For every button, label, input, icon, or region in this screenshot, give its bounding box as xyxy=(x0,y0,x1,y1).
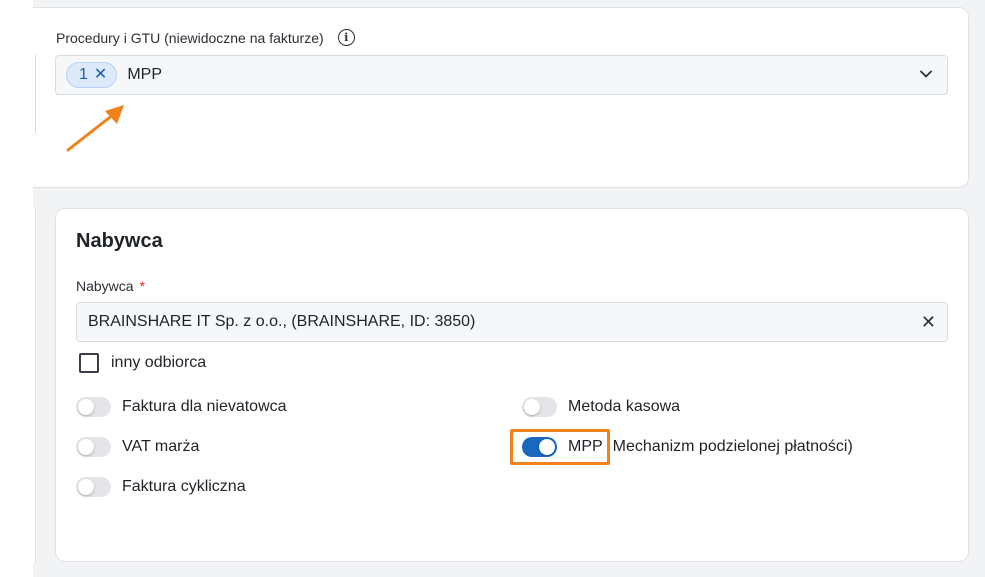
gtu-select[interactable]: 1 ✕ MPP xyxy=(55,55,948,95)
toggle-switch[interactable] xyxy=(522,397,557,417)
gtu-selected-value: MPP xyxy=(127,66,162,83)
buyer-value: BRAINSHARE IT Sp. z o.o., (BRAINSHARE, I… xyxy=(88,313,476,330)
clear-icon[interactable]: ✕ xyxy=(921,313,936,331)
toggle-label: Faktura cykliczna xyxy=(122,478,246,495)
toggle-row-vat-margin[interactable]: VAT marża xyxy=(76,437,199,457)
buyer-card xyxy=(55,208,969,562)
other-recipient-label: inny odbiorca xyxy=(111,354,207,371)
buyer-label: Nabywca * xyxy=(76,278,146,294)
annotation-arrow-icon xyxy=(66,105,124,152)
left-panel-edge xyxy=(33,55,36,133)
toggle-label-description: Mechanizm podzielonej płatności) xyxy=(612,438,853,455)
chip-remove-icon[interactable]: ✕ xyxy=(94,67,107,83)
toggle-row-recurring[interactable]: Faktura cykliczna xyxy=(76,477,246,497)
toggle-switch[interactable] xyxy=(76,477,111,497)
other-recipient-row[interactable]: inny odbiorca xyxy=(79,353,206,373)
section-title: Nabywca xyxy=(76,230,163,252)
toggle-label: Faktura dla nievatowca xyxy=(122,398,287,415)
toggle-switch[interactable] xyxy=(76,397,111,417)
toggle-row-non-vat[interactable]: Faktura dla nievatowca xyxy=(76,397,287,417)
info-icon[interactable]: i xyxy=(337,29,355,46)
chevron-down-icon[interactable] xyxy=(919,67,933,81)
toggle-label: Metoda kasowa xyxy=(568,398,681,415)
toggle-row-cash-method[interactable]: Metoda kasowa xyxy=(522,397,680,417)
toggle-label: VAT marża xyxy=(122,438,200,455)
buyer-input[interactable]: BRAINSHARE IT Sp. z o.o., (BRAINSHARE, I… xyxy=(76,302,948,342)
left-panel-edge xyxy=(33,208,36,562)
other-recipient-checkbox[interactable] xyxy=(79,353,99,373)
required-mark: * xyxy=(139,278,146,294)
annotation-highlight-box xyxy=(510,429,610,465)
gtu-label: Procedury i GTU (niewidoczne na fakturze… xyxy=(56,29,355,46)
selected-count-chip[interactable]: 1 ✕ xyxy=(66,62,118,88)
toggle-switch[interactable] xyxy=(76,437,111,457)
